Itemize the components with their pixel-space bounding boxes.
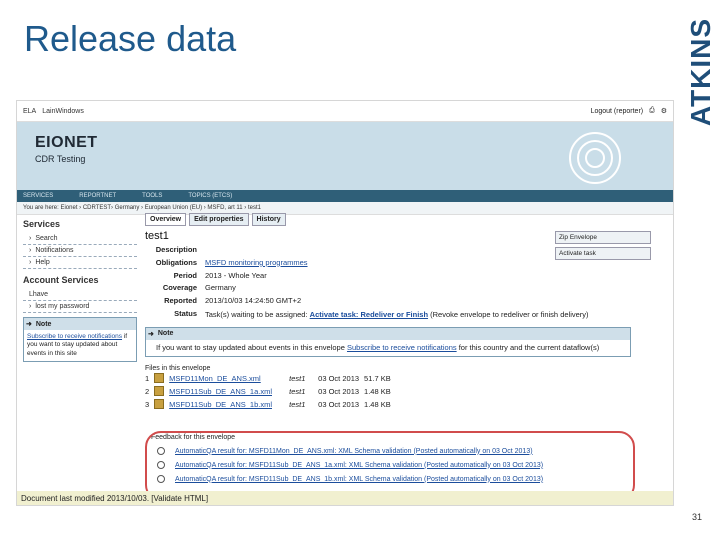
file-size: 51.7 KB (364, 373, 391, 383)
field-label: Reported (164, 296, 197, 306)
note-text-1: If you want to stay updated about events… (156, 342, 345, 352)
file-index: 3 (145, 399, 150, 409)
status-text: Task(s) waiting to be assigned: Activate… (205, 310, 589, 321)
atkins-logo: ATKINS (685, 18, 716, 126)
field-value: 2013/10/03 14:24:50 GMT+2 (205, 296, 302, 306)
activate-task-button[interactable]: Activate task (555, 247, 651, 260)
file-date: 03 Oct 2013 (318, 399, 360, 409)
sidebar-item-lost-password[interactable]: › lost my password (23, 301, 137, 313)
tab-edit-properties[interactable]: Edit properties (189, 213, 249, 226)
sidebar-item-label: Lhave (29, 291, 49, 298)
sidebar-item-label: Notifications (35, 247, 74, 254)
note-text-2: for this country and the current dataflo… (458, 342, 600, 352)
file-link[interactable]: MSFD11Sub_DE_ANS_1b.xml (169, 400, 284, 409)
nav-services[interactable]: SERVICES (23, 193, 53, 199)
envelope-note: ➜ Note If you want to stay updated about … (145, 326, 631, 357)
note-label: Note (157, 330, 174, 338)
chevron-right-icon: › (29, 247, 32, 254)
field-coverage: Coverage Germany (145, 282, 665, 295)
arrow-right-icon: ➜ (26, 321, 32, 328)
subscribe-link[interactable]: Subscribe to receive notifications (27, 333, 122, 340)
field-label: Description (155, 245, 197, 254)
file-row: 3 MSFD11Sub_DE_ANS_1b.xml test1 03 Oct 2… (145, 398, 665, 411)
sidebar-item-label: lost my password (35, 303, 90, 310)
sidebar-item-search[interactable]: › Search (23, 233, 137, 245)
account-heading: Account Services (23, 275, 99, 285)
field-period: Period 2013 - Whole Year (145, 270, 665, 283)
field-reported: Reported 2013/10/03 14:24:50 GMT+2 (145, 295, 665, 308)
sidebar: Services › Search › Notifications › Help Ac… (23, 219, 137, 363)
banner-subtitle: CDR Testing (35, 154, 86, 164)
field-value: Germany (205, 283, 236, 293)
xml-file-icon (154, 386, 165, 397)
banner-title: EIONET (35, 134, 98, 151)
file-owner: test1 (289, 399, 306, 409)
chevron-right-icon: › (29, 259, 32, 266)
logo-text: ATKINS (685, 17, 716, 127)
slide-title: Release data (24, 18, 237, 59)
file-date: 03 Oct 2013 (318, 373, 360, 383)
field-value: 2013 - Whole Year (205, 270, 267, 280)
xml-file-icon (154, 399, 165, 410)
topbar-item-windows[interactable]: LainWindows (42, 108, 84, 115)
file-link[interactable]: MSFD11Mon_DE_ANS.xml (169, 374, 284, 383)
settings-icon[interactable]: ⚙ (661, 107, 667, 115)
field-label: Coverage (162, 283, 197, 293)
sidebar-item-help[interactable]: › Help (23, 257, 137, 269)
tab-overview[interactable]: Overview (145, 213, 187, 226)
browser-topbar: ELA LainWindows Logout (reporter) ⎙ ⚙ (17, 101, 673, 122)
envelope-actions: Zip Envelope Activate task (555, 231, 651, 263)
sidebar-item-label: Search (35, 235, 58, 242)
chevron-right-icon: › (29, 235, 32, 242)
zip-envelope-button[interactable]: Zip Envelope (555, 231, 651, 244)
print-icon[interactable]: ⎙ (649, 107, 655, 115)
file-size: 1.48 KB (364, 386, 391, 396)
field-status: Status Task(s) waiting to be assigned: A… (145, 308, 665, 321)
eionet-logo-icon (569, 132, 621, 184)
nav-reportnet[interactable]: REPORTNET (79, 193, 116, 199)
eionet-banner: EIONET CDR Testing (17, 122, 673, 190)
file-owner: test1 (289, 386, 306, 396)
xml-file-icon (154, 373, 165, 384)
files-heading: Files in this envelope (145, 364, 211, 372)
file-row: 1 MSFD11Mon_DE_ANS.xml test1 03 Oct 2013… (145, 372, 665, 385)
field-label: Obligations (155, 257, 197, 267)
page-number: 31 (691, 512, 702, 522)
sidebar-item-label: Help (35, 259, 50, 266)
arrow-right-icon: ➜ (148, 330, 154, 338)
embedded-screenshot: ELA LainWindows Logout (reporter) ⎙ ⚙ EI… (16, 100, 674, 506)
status-text-2: (Revoke envelope to redeliver or finish … (430, 309, 589, 319)
services-heading: Services (23, 219, 61, 229)
chevron-right-icon: › (29, 303, 32, 310)
page-footer: Document last modified 2013/10/03. [Vali… (17, 491, 673, 505)
file-index: 1 (145, 373, 150, 383)
subscribe-link[interactable]: Subscribe to receive notifications (347, 343, 457, 352)
file-link[interactable]: MSFD11Sub_DE_ANS_1a.xml (169, 387, 284, 396)
sidebar-item-lhave[interactable]: Lhave (23, 289, 137, 301)
sidebar-item-notifications[interactable]: › Notifications (23, 245, 137, 257)
file-date: 03 Oct 2013 (318, 386, 360, 396)
status-text-1: Task(s) waiting to be assigned: (205, 309, 308, 319)
note-label: Note (35, 320, 52, 328)
obligation-link[interactable]: MSFD monitoring programmes (205, 257, 308, 270)
file-size: 1.48 KB (364, 399, 391, 409)
field-label: Status (174, 308, 197, 318)
logout-link[interactable]: Logout (reporter) (591, 108, 644, 115)
nav-tools[interactable]: TOOLS (142, 193, 162, 199)
field-label: Period (173, 270, 197, 280)
file-owner: test1 (289, 373, 306, 383)
file-row: 2 MSFD11Sub_DE_ANS_1a.xml test1 03 Oct 2… (145, 385, 665, 398)
activate-task-link[interactable]: Activate task: Redeliver or Finish (310, 310, 428, 319)
top-nav: SERVICES REPORTNET TOOLS TOPICS (ETCS) (17, 190, 673, 202)
tab-bar: Overview Edit properties History (145, 213, 665, 226)
nav-topics[interactable]: TOPICS (ETCS) (188, 193, 232, 199)
sidebar-note: ➜ Note Subscribe to receive notifications… (23, 317, 137, 363)
topbar-item-ela[interactable]: ELA (23, 108, 36, 115)
tab-history[interactable]: History (251, 213, 286, 226)
file-index: 2 (145, 386, 150, 396)
